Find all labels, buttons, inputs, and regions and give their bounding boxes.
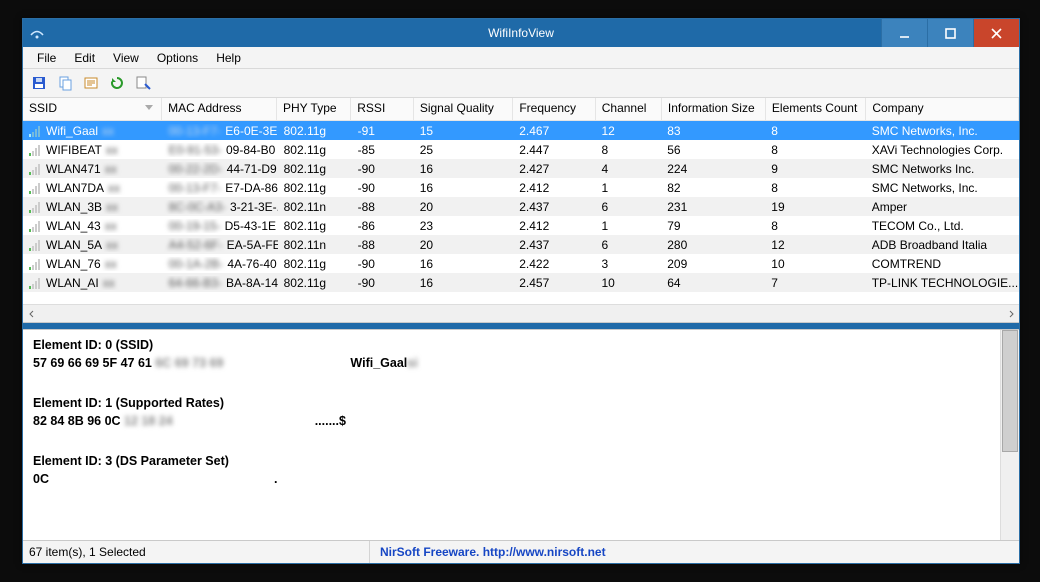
element-3-title: Element ID: 3 (DS Parameter Set): [33, 452, 990, 470]
signal-icon: [29, 125, 42, 137]
element-1-hex: 82 84 8B 96 0C 12 18 24 .......$: [33, 412, 990, 430]
col-mac[interactable]: MAC Address: [162, 98, 277, 120]
horizontal-scrollbar[interactable]: [23, 304, 1019, 322]
app-icon: [29, 25, 45, 41]
options-icon[interactable]: [133, 73, 153, 93]
table-row[interactable]: WLAN_43xx00-19-15-D5-43-1E802.11g-86232.…: [23, 216, 1019, 235]
col-comp[interactable]: Company: [866, 98, 1019, 120]
scroll-thumb[interactable]: [1002, 330, 1018, 452]
list-view[interactable]: SSID MAC Address PHY Type RSSI Signal Qu…: [23, 98, 1019, 323]
col-phy[interactable]: PHY Type: [277, 98, 351, 120]
table-row[interactable]: WLAN_3Bxx8C-0C-A3-3-21-3E-...802.11n-882…: [23, 197, 1019, 216]
col-freq[interactable]: Frequency: [513, 98, 595, 120]
table-row[interactable]: WLAN7DAxx00-13-F7-E7-DA-86802.11g-90162.…: [23, 178, 1019, 197]
table-row[interactable]: WLAN_76xx00-1A-2B-4A-76-40802.11g-90162.…: [23, 254, 1019, 273]
titlebar[interactable]: WifiInfoView: [23, 19, 1019, 47]
detail-pane: Element ID: 0 (SSID) 57 69 66 69 5F 47 6…: [23, 329, 1019, 540]
signal-icon: [29, 182, 42, 194]
col-elem[interactable]: Elements Count: [766, 98, 866, 120]
menu-edit[interactable]: Edit: [66, 49, 103, 67]
menu-file[interactable]: File: [29, 49, 64, 67]
col-chan[interactable]: Channel: [596, 98, 662, 120]
scroll-left-icon[interactable]: [23, 306, 40, 321]
table-row[interactable]: Wifi_Gaalxx00-13-F7-E6-0E-3E802.11g-9115…: [23, 121, 1019, 140]
close-button[interactable]: [973, 19, 1019, 47]
properties-icon[interactable]: [81, 73, 101, 93]
menu-view[interactable]: View: [105, 49, 147, 67]
menu-help[interactable]: Help: [208, 49, 249, 67]
signal-icon: [29, 163, 42, 175]
signal-icon: [29, 201, 42, 213]
element-3-hex: 0C .: [33, 470, 990, 488]
status-credit[interactable]: NirSoft Freeware. http://www.nirsoft.net: [370, 545, 606, 559]
element-0-title: Element ID: 0 (SSID): [33, 336, 990, 354]
table-row[interactable]: WLAN_AIxx64-66-B3-BA-8A-14802.11g-90162.…: [23, 273, 1019, 292]
window-title: WifiInfoView: [488, 26, 554, 40]
vertical-scrollbar[interactable]: [1000, 330, 1019, 540]
column-headers: SSID MAC Address PHY Type RSSI Signal Qu…: [23, 98, 1019, 121]
signal-icon: [29, 258, 42, 270]
refresh-icon[interactable]: [107, 73, 127, 93]
save-icon[interactable]: [29, 73, 49, 93]
signal-icon: [29, 144, 42, 156]
scroll-right-icon[interactable]: [1002, 306, 1019, 321]
statusbar: 67 item(s), 1 Selected NirSoft Freeware.…: [23, 540, 1019, 563]
table-row[interactable]: WLAN471xx00-22-2D-44-71-D9802.11g-90162.…: [23, 159, 1019, 178]
table-row[interactable]: WLAN_5AxxA4-52-6F-EA-5A-FE802.11n-88202.…: [23, 235, 1019, 254]
col-info[interactable]: Information Size: [662, 98, 766, 120]
element-0-hex: 57 69 66 69 5F 47 61 6C 69 73 69 Wifi_Ga…: [33, 354, 990, 372]
copy-icon[interactable]: [55, 73, 75, 93]
status-count: 67 item(s), 1 Selected: [23, 541, 370, 563]
menubar: File Edit View Options Help: [23, 47, 1019, 69]
minimize-button[interactable]: [881, 19, 927, 47]
menu-options[interactable]: Options: [149, 49, 206, 67]
toolbar: [23, 69, 1019, 98]
main-window: WifiInfoView File Edit View Options Help…: [22, 18, 1020, 564]
col-sig[interactable]: Signal Quality: [414, 98, 514, 120]
col-ssid[interactable]: SSID: [23, 98, 162, 120]
col-rssi[interactable]: RSSI: [351, 98, 414, 120]
signal-icon: [29, 220, 42, 232]
signal-icon: [29, 277, 42, 289]
signal-icon: [29, 239, 42, 251]
table-row[interactable]: WIFIBEATxxE0-91-53-09-84-B0802.11g-85252…: [23, 140, 1019, 159]
element-1-title: Element ID: 1 (Supported Rates): [33, 394, 990, 412]
maximize-button[interactable]: [927, 19, 973, 47]
